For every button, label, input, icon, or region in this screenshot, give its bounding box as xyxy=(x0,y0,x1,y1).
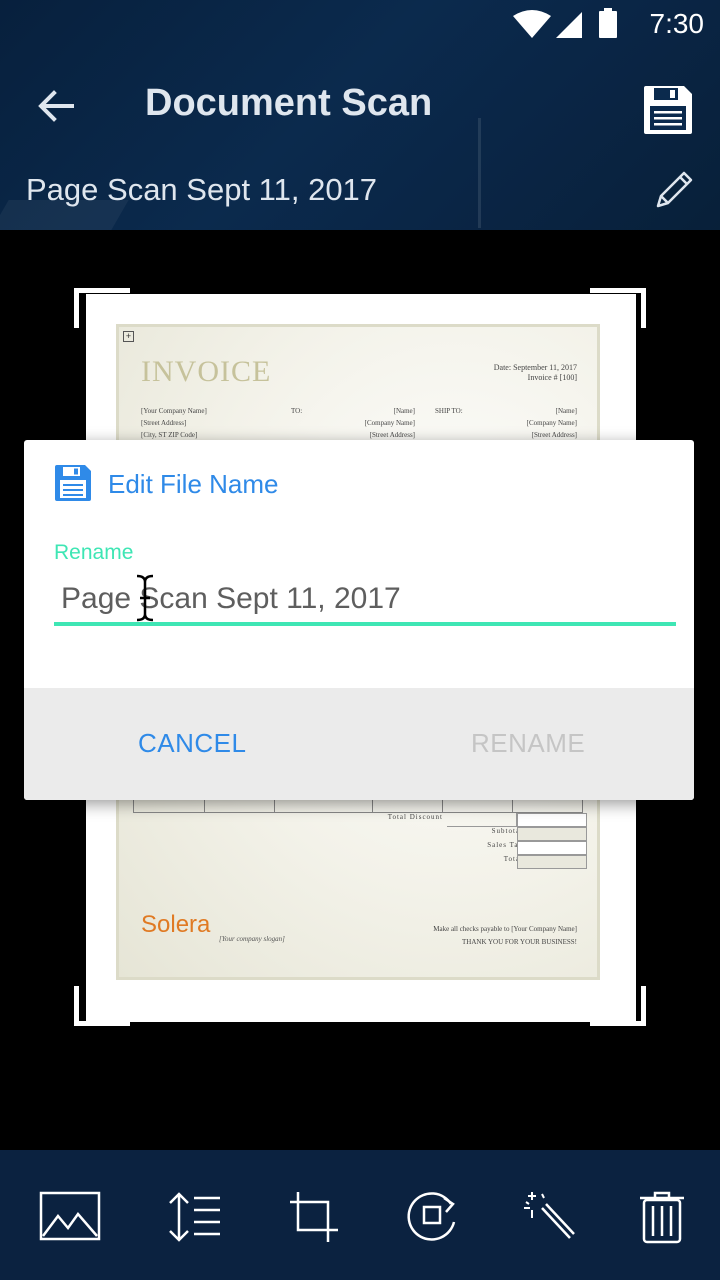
bottom-toolbar xyxy=(0,1150,720,1280)
image-icon[interactable] xyxy=(38,1190,102,1244)
to-line: [Name] xyxy=(393,407,415,415)
status-bar: 7:30 xyxy=(0,0,720,48)
status-time: 7:30 xyxy=(649,8,705,39)
crop-handle-top-right[interactable] xyxy=(590,288,646,328)
to-line: [Company Name] xyxy=(364,419,415,427)
ship-block: [Name] [Company Name] [Street Address] xyxy=(515,405,577,441)
ship-line: [Company Name] xyxy=(526,419,577,427)
totals-cell xyxy=(517,841,587,855)
totals-row: Sales Tax xyxy=(119,841,603,855)
trash-icon[interactable] xyxy=(630,1190,694,1244)
crop-icon[interactable] xyxy=(282,1190,346,1244)
company-logo: Solera xyxy=(141,911,211,938)
totals-row: Total xyxy=(119,855,603,869)
totals-cell xyxy=(447,813,517,827)
company-slogan: [Your company slogan] xyxy=(219,935,285,943)
company-block: [Your Company Name] [Street Address] [Ci… xyxy=(141,405,207,441)
ship-line: [Name] xyxy=(555,407,577,415)
app-header: 7:30 Document Scan Page Scan Sept 11, 20… xyxy=(0,0,720,230)
battery-icon xyxy=(599,8,617,38)
pencil-icon[interactable] xyxy=(652,168,696,212)
magic-wand-icon[interactable] xyxy=(520,1190,584,1244)
footer-line: Make all checks payable to [Your Company… xyxy=(433,925,577,933)
edit-file-name-dialog: Edit File Name Rename CANCEL RENAME xyxy=(24,440,694,800)
dialog-button-bar xyxy=(24,688,694,800)
totals-row: Total Discount xyxy=(119,813,603,827)
document-name: Page Scan Sept 11, 2017 xyxy=(26,172,378,207)
invoice-footer: Make all checks payable to [Your Company… xyxy=(433,923,577,949)
totals-label: Sales Tax xyxy=(487,841,523,849)
footer-line: THANK YOU FOR YOUR BUSINESS! xyxy=(462,938,577,946)
totals-label: Total Discount xyxy=(387,813,443,821)
totals-cell xyxy=(517,827,587,841)
header-decoration xyxy=(478,118,481,228)
to-label: TO: xyxy=(291,407,303,415)
rotate-icon[interactable] xyxy=(400,1190,464,1244)
expand-icon: + xyxy=(123,331,134,342)
invoice-date: Date: September 11, 2017 xyxy=(493,363,577,372)
totals-label: Total xyxy=(503,855,523,863)
rename-field-label: Rename xyxy=(54,541,134,564)
to-block: [Name] [Company Name] [Street Address] xyxy=(355,405,415,441)
crop-handle-bottom-left[interactable] xyxy=(74,986,130,1026)
totals-row: Subtotal xyxy=(119,827,603,841)
company-line: [Street Address] xyxy=(141,419,187,427)
cancel-button[interactable]: CANCEL xyxy=(138,728,246,759)
company-line: [Your Company Name] xyxy=(141,407,207,415)
save-icon xyxy=(55,465,91,501)
save-icon[interactable] xyxy=(642,84,694,136)
invoice-title: INVOICE xyxy=(141,355,272,388)
totals-cell xyxy=(517,813,587,827)
dialog-title: Edit File Name xyxy=(108,469,279,499)
page-title: Document Scan xyxy=(145,82,433,124)
text-cursor-icon xyxy=(136,574,154,622)
rename-button[interactable]: RENAME xyxy=(471,728,585,759)
totals-cell xyxy=(517,855,587,869)
item-table-row xyxy=(133,799,583,813)
back-arrow-icon[interactable] xyxy=(34,84,78,128)
line-spacing-icon[interactable] xyxy=(162,1190,226,1244)
signal-icon xyxy=(556,12,582,38)
invoice-number: Invoice # [100] xyxy=(527,373,577,382)
wifi-icon xyxy=(513,10,551,38)
totals-label: Subtotal xyxy=(491,827,523,835)
ship-to-label: SHIP TO: xyxy=(435,407,463,415)
crop-handle-bottom-right[interactable] xyxy=(590,986,646,1026)
invoice-meta: Date: September 11, 2017 Invoice # [100] xyxy=(494,363,577,383)
crop-handle-top-left[interactable] xyxy=(74,288,130,328)
